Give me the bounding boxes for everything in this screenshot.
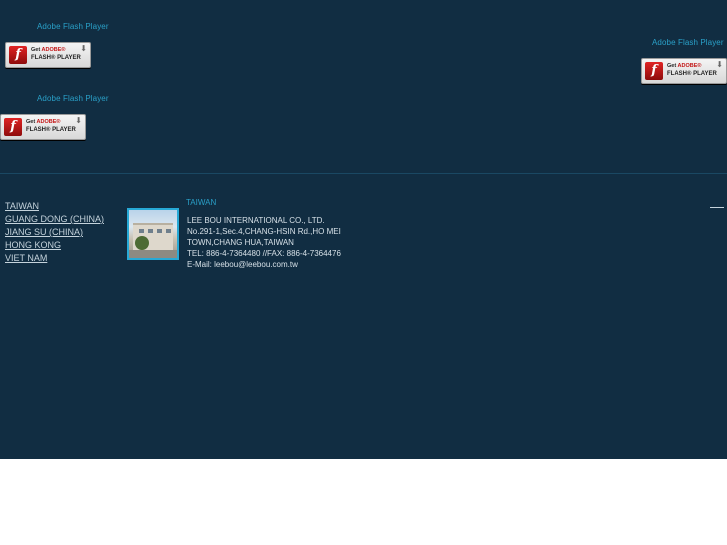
address-line: TOWN,CHANG HUA,TAIWAN (187, 238, 294, 247)
nav-link-jiang-su[interactable]: JIANG SU (CHINA) (5, 226, 104, 239)
dash-mark (710, 207, 724, 208)
badge-get-label: Get (667, 63, 677, 69)
flash-logo-icon: f (9, 46, 27, 64)
phone-fax: TEL: 886-4-7364480 //FAX: 886-4-7364476 (187, 249, 341, 258)
badge-adobe-label: ADOBE® (677, 63, 702, 69)
flash-logo-icon: f (4, 118, 22, 136)
window-shape (157, 229, 162, 233)
flash-player-text: Adobe Flash Player (37, 94, 109, 103)
nav-link-hong-kong[interactable]: HONG KONG (5, 239, 104, 252)
contact-info: LEE BOU INTERNATIONAL CO., LTD. No.291-1… (187, 215, 362, 270)
section-divider (0, 173, 727, 174)
nav-link-guang-dong[interactable]: GUANG DONG (CHINA) (5, 213, 104, 226)
window-shape (148, 229, 153, 233)
region-nav: TAIWAN GUANG DONG (CHINA) JIANG SU (CHIN… (5, 200, 104, 265)
flash-player-text: Adobe Flash Player (37, 22, 109, 31)
ground-shape (129, 250, 177, 258)
window-shape (166, 229, 171, 233)
download-arrow-icon: ⬇ (80, 44, 87, 53)
badge-flash-label: FLASH® PLAYER (26, 127, 76, 133)
nav-link-taiwan[interactable]: TAIWAN (5, 200, 104, 213)
badge-flash-label: FLASH® PLAYER (31, 55, 81, 61)
region-title: TAIWAN (186, 198, 217, 207)
download-arrow-icon: ⬇ (716, 60, 723, 69)
get-flash-player-button[interactable]: f Get ADOBE® FLASH® PLAYER ⬇ (0, 114, 86, 140)
badge-flash-label: FLASH® PLAYER (667, 71, 717, 77)
company-name: LEE BOU INTERNATIONAL CO., LTD. (187, 216, 325, 225)
flash-logo-icon: f (645, 62, 663, 80)
get-flash-player-button[interactable]: f Get ADOBE® FLASH® PLAYER ⬇ (641, 58, 727, 84)
content-panel: Adobe Flash Player f Get ADOBE® FLASH® P… (0, 0, 727, 459)
address-line: No.291-1,Sec.4,CHANG-HSIN Rd.,HO MEI (187, 227, 341, 236)
get-flash-player-button[interactable]: f Get ADOBE® FLASH® PLAYER ⬇ (5, 42, 91, 68)
badge-get-label: Get (31, 47, 41, 53)
flash-player-text: Adobe Flash Player (652, 38, 724, 47)
nav-link-viet-nam[interactable]: VIET NAM (5, 252, 104, 265)
window-shape (139, 229, 144, 233)
badge-get-label: Get (26, 119, 36, 125)
download-arrow-icon: ⬇ (75, 116, 82, 125)
email: E-Mail: leebou@leebou.com.tw (187, 260, 298, 269)
tree-shape (135, 236, 149, 250)
badge-adobe-label: ADOBE® (36, 119, 61, 125)
office-photo (127, 208, 179, 260)
badge-adobe-label: ADOBE® (41, 47, 66, 53)
